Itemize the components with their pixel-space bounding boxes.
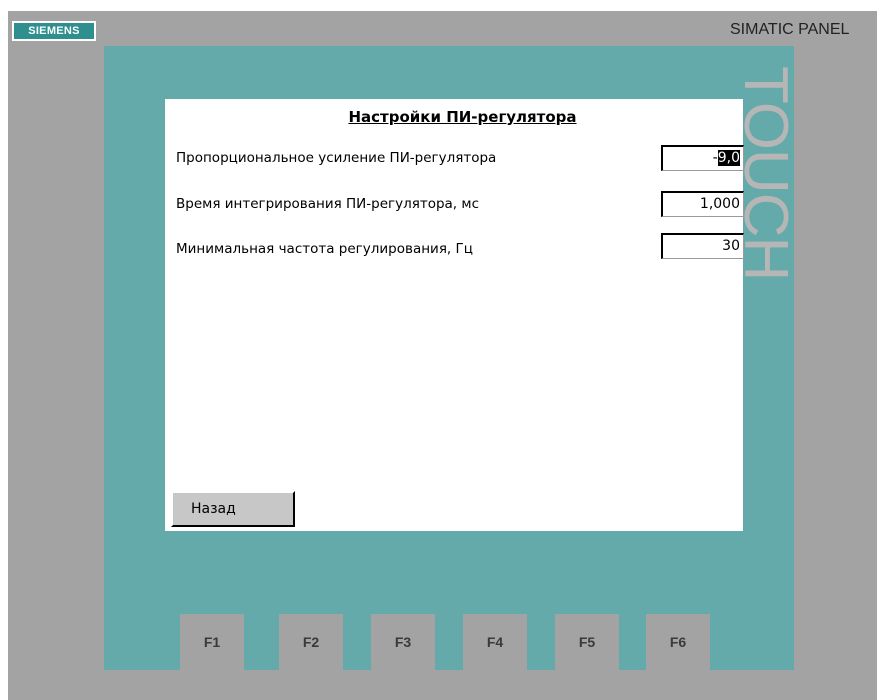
page-title: Настройки ПИ-регулятора	[348, 108, 577, 126]
proportional-gain-prefix: -	[712, 150, 718, 166]
proportional-gain-field[interactable]: -9,0	[661, 145, 744, 171]
model-name: SIMATIC PANEL	[730, 21, 850, 38]
min-frequency-label: Минимальная частота регулирования, Гц	[176, 241, 473, 257]
hmi-panel: SIEMENS SIMATIC PANEL TOUCH Настройки ПИ…	[8, 11, 877, 700]
f1-key[interactable]: F1	[180, 614, 244, 674]
min-frequency-field[interactable]: 30	[661, 233, 744, 259]
touch-screen: Настройки ПИ-регулятора Пропорциональное…	[165, 99, 744, 531]
f5-key[interactable]: F5	[555, 614, 619, 674]
back-button[interactable]: Назад	[171, 491, 295, 527]
f2-key[interactable]: F2	[279, 614, 343, 674]
f6-key[interactable]: F6	[646, 614, 710, 674]
integration-time-label: Время интегрирования ПИ-регулятора, мс	[176, 196, 479, 212]
f3-key[interactable]: F3	[371, 614, 435, 674]
integration-time-field[interactable]: 1,000	[661, 191, 744, 217]
brand-logo: SIEMENS	[12, 21, 96, 41]
proportional-gain-label: Пропорциональное усиление ПИ-регулятора	[176, 150, 497, 166]
proportional-gain-value: 9,0	[717, 150, 740, 166]
f4-key[interactable]: F4	[463, 614, 527, 674]
